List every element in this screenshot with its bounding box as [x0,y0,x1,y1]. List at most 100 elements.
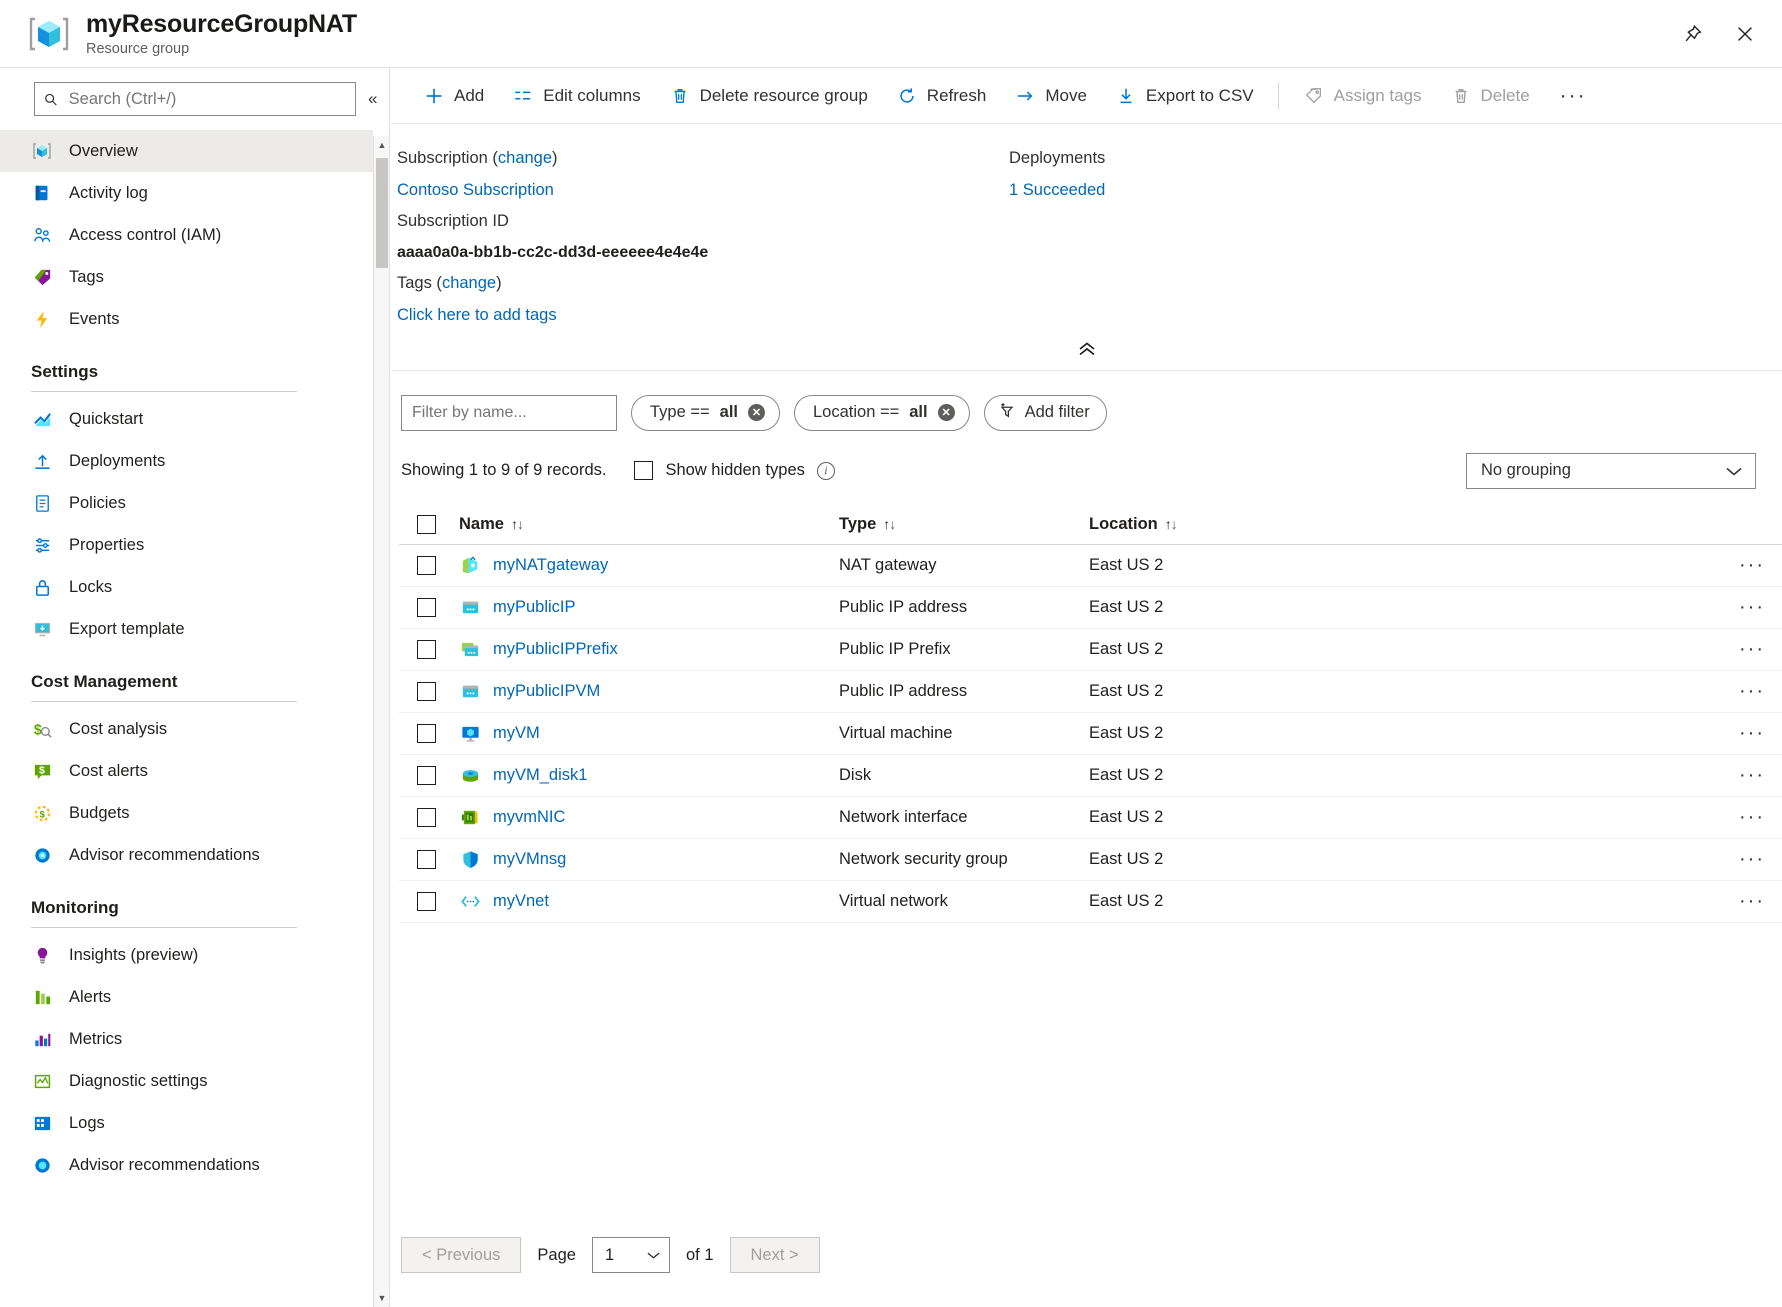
filter-pill-location[interactable]: Location == all ✕ [794,395,970,431]
sidebar-item-advisor-recommendations[interactable]: Advisor recommendations [0,834,373,876]
row-checkbox[interactable] [417,850,436,869]
row-checkbox[interactable] [417,640,436,659]
sidebar-item-insights[interactable]: Insights (preview) [0,934,373,976]
sidebar-item-activity-log[interactable]: Activity log [0,172,373,214]
delete-resource-group-button[interactable]: Delete resource group [655,76,882,116]
table-row[interactable]: myVM Virtual machine East US 2 ··· [399,713,1782,755]
row-checkbox[interactable] [417,598,436,617]
close-icon[interactable]: ✕ [748,404,765,421]
row-checkbox[interactable] [417,808,436,827]
filter-pill-type[interactable]: Type == all ✕ [631,395,780,431]
resource-link[interactable]: myPublicIPVM [493,682,600,701]
add-button[interactable]: Add [409,76,498,116]
table-row[interactable]: myPublicIPVM Public IP address East US 2… [399,671,1782,713]
resource-link[interactable]: myVMnsg [493,850,566,869]
row-checkbox[interactable] [417,556,436,575]
row-more-button[interactable]: ··· [1722,554,1782,577]
table-row[interactable]: myVnet Virtual network East US 2 ··· [399,881,1782,923]
pin-icon[interactable] [1678,19,1708,49]
subscription-change-link[interactable]: change [498,149,552,167]
row-more-button[interactable]: ··· [1722,848,1782,871]
sidebar-item-diagnostic-settings[interactable]: Diagnostic settings [0,1060,373,1102]
row-more-button[interactable]: ··· [1722,722,1782,745]
sort-icon[interactable]: ↑↓ [511,516,523,532]
sort-icon[interactable]: ↑↓ [883,516,895,532]
sidebar-item-access-control[interactable]: Access control (IAM) [0,214,373,256]
resource-link[interactable]: myPublicIP [493,598,576,617]
resource-link[interactable]: myVnet [493,892,549,911]
resource-link[interactable]: myvmNIC [493,808,565,827]
row-more-button[interactable]: ··· [1722,638,1782,661]
add-filter-button[interactable]: Add filter [984,395,1107,431]
filter-by-name-input[interactable] [401,395,617,431]
sidebar-item-logs[interactable]: Logs [0,1102,373,1144]
scrollbar-thumb[interactable] [376,158,388,268]
row-more-button[interactable]: ··· [1722,680,1782,703]
export-to-csv-button[interactable]: Export to CSV [1101,76,1268,116]
sidebar-item-alerts[interactable]: Alerts [0,976,373,1018]
row-more-button[interactable]: ··· [1722,890,1782,913]
edit-columns-button[interactable]: Edit columns [498,76,654,116]
column-header-location[interactable]: Location ↑↓ [1089,515,1722,534]
select-all-checkbox[interactable] [417,515,436,534]
move-button[interactable]: Move [1000,76,1101,116]
assign-tags-button[interactable]: Assign tags [1289,76,1436,116]
resource-link[interactable]: myVM [493,724,540,743]
deployments-link[interactable]: 1 Succeeded [1009,181,1105,199]
close-icon[interactable]: ✕ [938,404,955,421]
tags-change-link[interactable]: change [442,274,496,292]
search-input[interactable] [67,89,347,110]
table-row[interactable]: myVM_disk1 Disk East US 2 ··· [399,755,1782,797]
sidebar-collapse-button[interactable]: « [368,89,377,109]
sidebar-item-deployments[interactable]: Deployments [0,440,373,482]
delete-button[interactable]: Delete [1436,76,1544,116]
row-checkbox[interactable] [417,766,436,785]
show-hidden-types-checkbox[interactable] [634,461,653,480]
sidebar-item-export-template[interactable]: Export template [0,608,373,650]
resource-link[interactable]: myPublicIPPrefix [493,640,618,659]
sidebar-item-advisor-recommendations-2[interactable]: Advisor recommendations [0,1144,373,1186]
sidebar-item-events[interactable]: Events [0,298,373,340]
show-hidden-types-group[interactable]: Show hidden types i [634,461,834,480]
info-icon[interactable]: i [817,462,835,480]
add-tags-link[interactable]: Click here to add tags [397,306,557,324]
table-row[interactable]: myNATgateway NAT gateway East US 2 ··· [399,545,1782,587]
table-row[interactable]: myVMnsg Network security group East US 2… [399,839,1782,881]
sidebar-item-cost-alerts[interactable]: $ Cost alerts [0,750,373,792]
resource-link[interactable]: myNATgateway [493,556,608,575]
row-checkbox[interactable] [417,682,436,701]
sidebar-item-tags[interactable]: Tags [0,256,373,298]
page-number-select[interactable]: 1 [592,1237,670,1273]
refresh-button[interactable]: Refresh [882,76,1001,116]
scroll-up-icon[interactable]: ▲ [374,136,390,154]
close-icon[interactable] [1730,19,1760,49]
sidebar-item-policies[interactable]: Policies [0,482,373,524]
sidebar-item-properties[interactable]: Properties [0,524,373,566]
grouping-dropdown[interactable]: No grouping [1466,453,1756,489]
more-commands-button[interactable]: ··· [1544,84,1603,108]
next-page-button[interactable]: Next > [730,1237,820,1273]
sidebar-item-cost-analysis[interactable]: $ Cost analysis [0,708,373,750]
sidebar-item-quickstart[interactable]: Quickstart [0,398,373,440]
sidebar-item-metrics[interactable]: Metrics [0,1018,373,1060]
row-more-button[interactable]: ··· [1722,764,1782,787]
row-checkbox[interactable] [417,724,436,743]
sidebar-item-budgets[interactable]: $ Budgets [0,792,373,834]
row-more-button[interactable]: ··· [1722,596,1782,619]
row-more-button[interactable]: ··· [1722,806,1782,829]
table-row[interactable]: myvmNIC Network interface East US 2 ··· [399,797,1782,839]
search-box[interactable] [34,82,356,116]
essentials-collapse-button[interactable] [391,341,1782,370]
resource-link[interactable]: myVM_disk1 [493,766,587,785]
previous-page-button[interactable]: < Previous [401,1237,521,1273]
scroll-down-icon[interactable]: ▼ [374,1289,390,1307]
table-row[interactable]: myPublicIP Public IP address East US 2 ·… [399,587,1782,629]
subscription-link[interactable]: Contoso Subscription [397,181,554,199]
sidebar-scrollbar[interactable]: ▲ ▼ [373,136,389,1307]
column-header-type[interactable]: Type ↑↓ [839,515,1089,534]
row-checkbox[interactable] [417,892,436,911]
sidebar-item-locks[interactable]: Locks [0,566,373,608]
table-row[interactable]: myPublicIPPrefix Public IP Prefix East U… [399,629,1782,671]
sidebar-item-overview[interactable]: Overview [0,130,373,172]
sort-icon[interactable]: ↑↓ [1165,516,1177,532]
